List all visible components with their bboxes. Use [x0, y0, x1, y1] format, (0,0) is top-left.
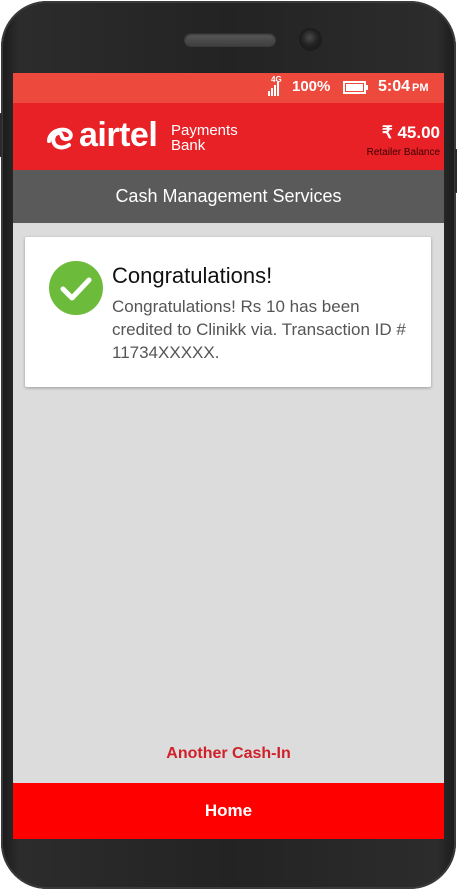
- check-circle-icon: [49, 261, 103, 315]
- logo-sub-line1: Payments: [171, 122, 238, 139]
- retailer-balance-amount: ₹ 45.00: [381, 123, 440, 142]
- battery-percent: 100%: [292, 78, 331, 95]
- clock-time: 5:04: [378, 78, 411, 95]
- clock-ampm: PM: [412, 82, 429, 94]
- success-message: Congratulations! Rs 10 has been credited…: [112, 297, 406, 362]
- airtel-logo-icon: [47, 127, 73, 150]
- phone-frame: 4G 100% 5:04 PM airtel Payments Bank ₹ 4…: [0, 1, 457, 889]
- stage: 4G 100% 5:04 PM airtel Payments Bank ₹ 4…: [0, 0, 457, 890]
- logo-subtitle: Payments Bank: [171, 123, 238, 153]
- logo-wordmark: airtel: [79, 116, 158, 154]
- signal-icon: [268, 82, 279, 96]
- phone-side-button-left: [0, 113, 2, 157]
- retailer-balance-caption: Retailer Balance: [366, 147, 440, 158]
- battery-icon: [343, 81, 368, 94]
- success-title: Congratulations!: [112, 263, 273, 288]
- another-cash-in-link[interactable]: Another Cash-In: [13, 745, 444, 763]
- app-screen: 4G 100% 5:04 PM airtel Payments Bank ₹ 4…: [13, 73, 444, 839]
- phone-speaker: [184, 33, 276, 47]
- status-bar: 4G 100% 5:04 PM: [13, 73, 444, 103]
- app-header: airtel Payments Bank ₹ 45.00 Retailer Ba…: [13, 103, 444, 170]
- status-clock: 5:04 PM: [378, 78, 429, 96]
- home-button[interactable]: Home: [13, 783, 444, 839]
- logo-sub-line2: Bank: [171, 137, 206, 154]
- phone-camera: [301, 30, 320, 49]
- success-card: Congratulations! Congratulations! Rs 10 …: [25, 237, 431, 387]
- page-title: Cash Management Services: [13, 170, 444, 223]
